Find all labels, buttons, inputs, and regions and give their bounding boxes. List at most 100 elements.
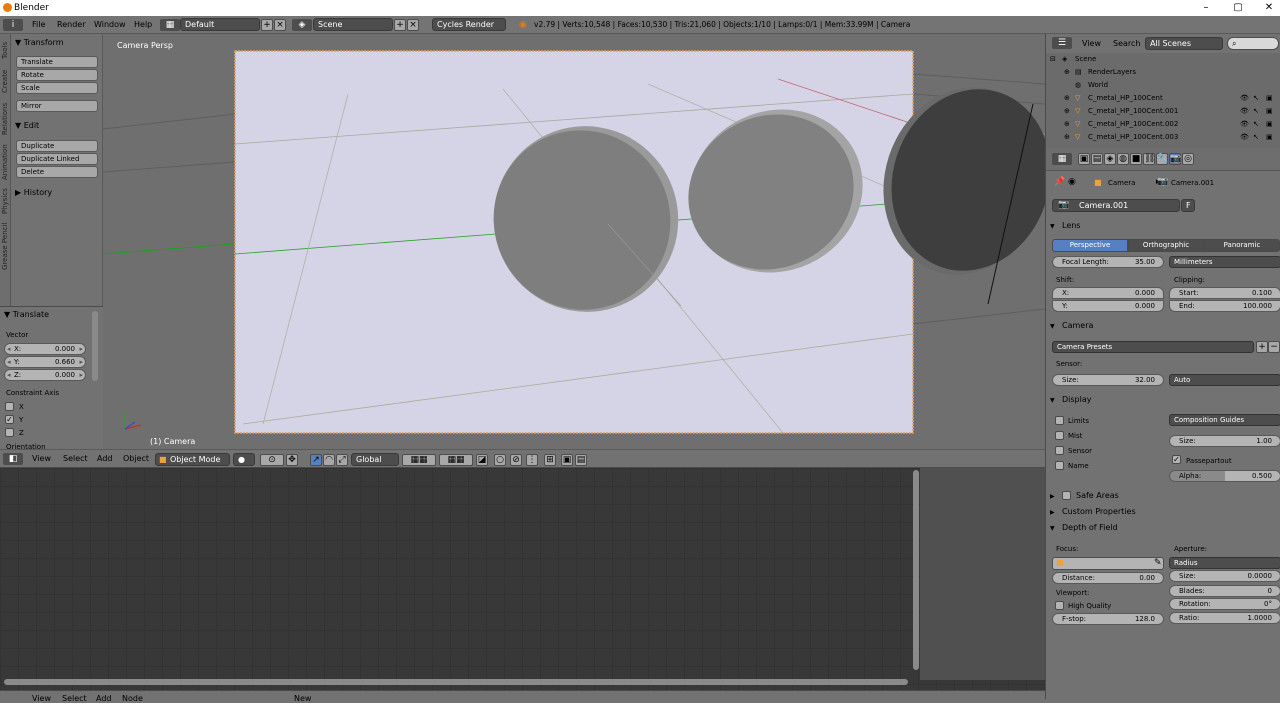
outliner-row-object[interactable]: ⊕ ▽ C_metal_HP_100Cent 👁 ↖ ▣	[1046, 92, 1280, 105]
outliner-row-object[interactable]: ⊕ ▽ C_metal_HP_100Cent.002 👁 ↖ ▣	[1046, 118, 1280, 131]
selectable-arrow-icon[interactable]: ↖	[1253, 131, 1259, 144]
vector-z-field[interactable]: ◂ Z: 0.000 ▸	[4, 369, 86, 381]
scale-manipulator-icon[interactable]: ⤢	[336, 454, 348, 466]
operator-panel-scrollbar[interactable]	[92, 311, 98, 381]
safe-areas-checkbox[interactable]	[1062, 491, 1071, 500]
shift-y-field[interactable]: Y: 0.000	[1052, 300, 1164, 312]
outliner-row-scene[interactable]: ⊟ ◈ Scene	[1046, 53, 1280, 66]
renderable-camera-icon[interactable]: ▣	[1266, 105, 1273, 118]
tab-create[interactable]: Create	[1, 66, 11, 96]
renderable-camera-icon[interactable]: ▣	[1266, 118, 1273, 131]
custom-props-expand-icon[interactable]: ▶	[1050, 509, 1055, 516]
minimize-icon[interactable]: –	[1195, 1, 1217, 15]
opengl-render-icon[interactable]: ▣	[561, 454, 573, 466]
render-engine-dropdown[interactable]: Cycles Render	[432, 18, 506, 31]
renderable-camera-icon[interactable]: ▣	[1266, 131, 1273, 144]
dof-distance-field[interactable]: Distance: 0.00	[1052, 572, 1164, 584]
lens-unit-dropdown[interactable]: Millimeters	[1169, 256, 1280, 268]
screen-layout-field[interactable]: Default	[180, 18, 260, 31]
node-vertical-scrollbar[interactable]	[913, 470, 919, 670]
clip-start-field[interactable]: Start: 0.100	[1169, 287, 1280, 299]
visibility-eye-icon[interactable]: 👁	[1240, 131, 1249, 144]
properties-editor-type-icon[interactable]: ▦	[1052, 153, 1072, 165]
transform-orientation-dropdown[interactable]: Global	[351, 453, 399, 466]
constraint-y-checkbox[interactable]: ✓	[5, 415, 14, 424]
dof-header[interactable]: Depth of Field	[1062, 523, 1118, 532]
visibility-eye-icon[interactable]: 👁	[1240, 118, 1249, 131]
menu-window[interactable]: Window	[94, 20, 126, 29]
editor-type-info-icon[interactable]: i	[3, 19, 23, 31]
scene-icon[interactable]: ◈	[292, 19, 312, 31]
outliner-search-field[interactable]: ⌕	[1227, 37, 1279, 50]
constraint-x-checkbox[interactable]	[5, 402, 14, 411]
modifiers-tab-icon[interactable]: 🔧	[1156, 153, 1168, 165]
mist-checkbox[interactable]	[1055, 431, 1064, 440]
vector-x-field[interactable]: ◂ X: 0.000 ▸	[4, 343, 86, 355]
viewport-menu-object[interactable]: Object	[123, 454, 149, 463]
camera-datablock-field[interactable]: Camera.001	[1052, 199, 1180, 212]
renderable-camera-icon[interactable]: ▣	[1266, 92, 1273, 105]
close-icon[interactable]: ✕	[1258, 1, 1280, 15]
tab-tools[interactable]: Tools	[1, 38, 11, 62]
camera-data-tab-icon[interactable]: 📷	[1169, 153, 1181, 165]
focal-length-field[interactable]: Focal Length: 35.00	[1052, 256, 1164, 268]
tab-grease-pencil[interactable]: Grease Pencil	[1, 220, 11, 272]
screen-layout-icon[interactable]: ▦	[160, 19, 180, 31]
viewport-menu-select[interactable]: Select	[63, 454, 88, 463]
duplicate-button[interactable]: Duplicate	[16, 140, 98, 152]
render-layers-tab-icon[interactable]: ▤	[1091, 153, 1103, 165]
lens-collapse-icon[interactable]: ▼	[1050, 223, 1055, 230]
menu-help[interactable]: Help	[134, 20, 152, 29]
lens-header[interactable]: Lens	[1062, 221, 1080, 230]
operator-panel-header[interactable]: ▼ Translate	[4, 310, 49, 319]
manipulator-toggle-icon[interactable]: ✥	[286, 454, 298, 466]
camera-collapse-icon[interactable]: ▼	[1050, 323, 1055, 330]
snap-target-icon[interactable]: ⊞	[544, 454, 556, 466]
outliner-scenes-dropdown[interactable]: All Scenes	[1145, 37, 1223, 50]
camera-presets-dropdown[interactable]: Camera Presets	[1052, 341, 1254, 353]
tab-animation[interactable]: Animation	[1, 142, 11, 182]
constraints-tab-icon[interactable]: ⛓	[1143, 153, 1155, 165]
blades-field[interactable]: Blades: 0	[1169, 585, 1280, 597]
mirror-button[interactable]: Mirror	[16, 100, 98, 112]
eyedropper-icon[interactable]: ✎	[1154, 558, 1162, 568]
rotation-field[interactable]: Rotation: 0°	[1169, 598, 1280, 610]
display-collapse-icon[interactable]: ▼	[1050, 397, 1055, 404]
viewport-menu-view[interactable]: View	[32, 454, 51, 463]
visibility-eye-icon[interactable]: 👁	[1240, 92, 1249, 105]
lens-panoramic-tab[interactable]: Panoramic	[1204, 239, 1280, 252]
pivot-icon[interactable]: ⊙	[260, 454, 284, 466]
shift-x-field[interactable]: X: 0.000	[1052, 287, 1164, 299]
translate-manipulator-icon[interactable]: ↗	[310, 454, 322, 466]
limits-checkbox[interactable]	[1055, 416, 1064, 425]
outliner-menu-view[interactable]: View	[1082, 39, 1101, 48]
snap-element-icon[interactable]: ⋮	[526, 454, 538, 466]
lens-orthographic-tab[interactable]: Orthographic	[1128, 239, 1204, 252]
edit-panel-header[interactable]: ▼ Edit	[15, 121, 39, 130]
composition-guides-dropdown[interactable]: Composition Guides	[1169, 414, 1280, 426]
selectable-arrow-icon[interactable]: ↖	[1253, 92, 1259, 105]
outliner-row-renderlayers[interactable]: ⊕ ▤ RenderLayers	[1046, 66, 1280, 79]
selectable-arrow-icon[interactable]: ↖	[1253, 105, 1259, 118]
fstop-field[interactable]: F-stop: 128.0	[1052, 613, 1164, 625]
camera-header[interactable]: Camera	[1062, 321, 1093, 330]
display-size-field[interactable]: Size: 1.00	[1169, 435, 1280, 447]
display-header[interactable]: Display	[1062, 395, 1092, 404]
viewport-editor-type-icon[interactable]: ◧	[3, 453, 23, 465]
node-editor[interactable]	[0, 468, 1045, 690]
aperture-type-dropdown[interactable]: Radius	[1169, 557, 1280, 569]
tab-physics[interactable]: Physics	[1, 186, 11, 216]
focus-object-field[interactable]	[1052, 557, 1164, 570]
dof-collapse-icon[interactable]: ▼	[1050, 525, 1055, 532]
custom-props-header[interactable]: Custom Properties	[1062, 507, 1136, 516]
sensor-checkbox[interactable]	[1055, 446, 1064, 455]
scene-field[interactable]: Scene	[313, 18, 393, 31]
fake-user-button[interactable]: F	[1181, 199, 1195, 212]
layer-lock-icon[interactable]: ◪	[476, 454, 488, 466]
ratio-field[interactable]: Ratio: 1.0000	[1169, 612, 1280, 624]
snap-toggle-icon[interactable]: ⊘	[510, 454, 522, 466]
outliner-editor-type-icon[interactable]: ☰	[1052, 37, 1072, 49]
node-horizontal-scrollbar[interactable]	[4, 679, 908, 685]
proportional-edit-icon[interactable]: ○	[494, 454, 506, 466]
clip-end-field[interactable]: End: 100.000	[1169, 300, 1280, 312]
